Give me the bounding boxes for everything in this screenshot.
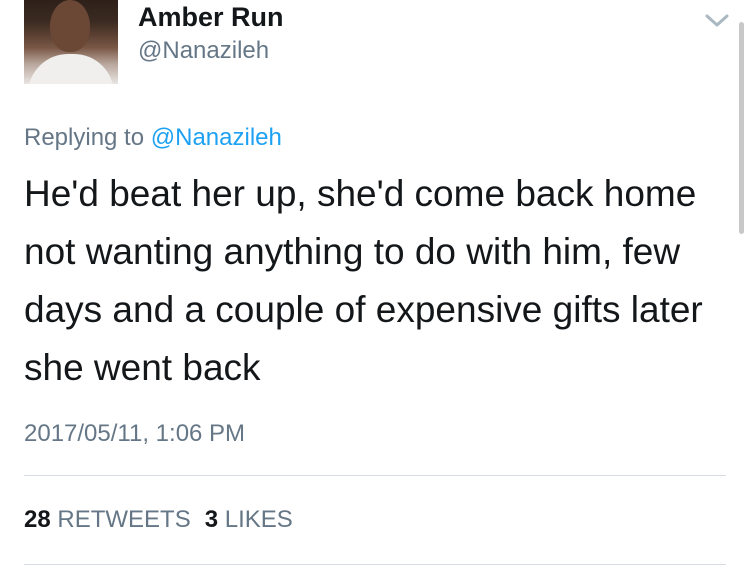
tweet-detail: Amber Run @Nanazileh Replying to @Nanazi… xyxy=(0,0,750,575)
retweets-count: 28 xyxy=(24,506,51,533)
avatar-face xyxy=(50,0,90,52)
divider xyxy=(24,475,726,476)
replying-to-label: Replying to xyxy=(24,124,151,151)
scrollbar[interactable] xyxy=(739,22,744,234)
replying-to: Replying to @Nanazileh xyxy=(24,124,282,152)
avatar[interactable] xyxy=(24,0,118,84)
reply-mention-link[interactable]: @Nanazileh xyxy=(151,124,282,151)
likes-stat[interactable]: 3 LIKES xyxy=(205,506,293,533)
author-name[interactable]: Amber Run xyxy=(138,2,284,33)
retweets-stat[interactable]: 28 RETWEETS xyxy=(24,506,191,533)
chevron-down-icon[interactable] xyxy=(704,10,730,30)
avatar-shirt xyxy=(28,54,114,84)
likes-count: 3 xyxy=(204,506,219,533)
author-handle[interactable]: @Nanazileh xyxy=(138,37,269,65)
tweet-timestamp: 2017/05/11, 1:06 PM xyxy=(24,420,246,447)
divider xyxy=(24,564,726,565)
tweet-text: He'd beat her up, she'd come back home n… xyxy=(24,173,703,388)
likes-label: LIKES xyxy=(224,506,293,533)
retweets-label: RETWEETS xyxy=(57,506,191,533)
tweet-stats: 28 RETWEETS 3 LIKES xyxy=(24,506,293,534)
